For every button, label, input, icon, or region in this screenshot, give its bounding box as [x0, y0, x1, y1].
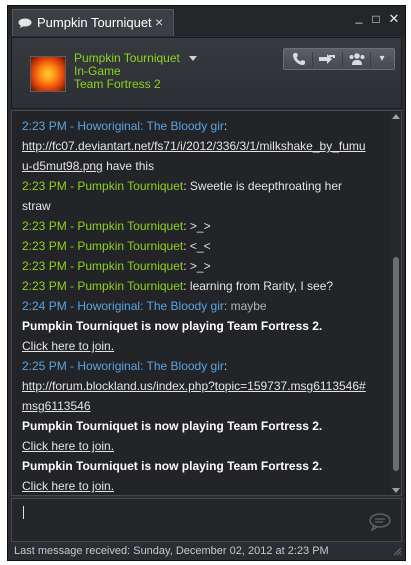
message-time: 2:24 PM	[22, 299, 67, 313]
message-text: learning from Rarity, I see?	[186, 279, 334, 293]
sender-name: Pumpkin Tourniquet	[77, 239, 184, 253]
scroll-up-icon[interactable]	[392, 114, 400, 119]
tab-title: Pumpkin Tourniquet	[37, 15, 152, 30]
invite-icon[interactable]	[314, 51, 340, 67]
chat-line: 2:23 PM - Howoriginal: The Bloody gir:	[22, 119, 228, 133]
chat-line: Pumpkin Tourniquet is now playing Team F…	[22, 316, 377, 336]
message-time: 2:25 PM	[22, 359, 67, 373]
avatar[interactable]	[30, 56, 66, 92]
chat-line: Pumpkin Tourniquet is now playing Team F…	[22, 456, 377, 476]
chat-scrollbar[interactable]	[391, 112, 401, 494]
message-link[interactable]: http://forum.blockland.us/index.php?topi…	[22, 379, 366, 393]
chat-line: Click here to join.	[22, 336, 377, 356]
scroll-down-icon[interactable]	[392, 488, 400, 493]
chat-send-icon[interactable]	[368, 513, 392, 531]
chat-line: 2:23 PM - Pumpkin Tourniquet: learning f…	[22, 279, 334, 293]
chat-bubble-icon	[18, 18, 32, 28]
game-notification: Pumpkin Tourniquet is now playing Team F…	[22, 459, 323, 473]
divider	[312, 52, 313, 67]
sender-name: Pumpkin Tourniquet	[77, 279, 184, 293]
message-input[interactable]	[11, 498, 402, 542]
game-notification: Pumpkin Tourniquet is now playing Team F…	[22, 419, 323, 433]
chat-line: 2:24 PM - Howoriginal: The Bloody gir: m…	[22, 299, 267, 313]
sender-name: Pumpkin Tourniquet	[77, 259, 184, 273]
chat-window: Pumpkin Tourniquet × _ □ ✕ Pumpkin Tourn…	[7, 5, 406, 561]
scrollbar-thumb[interactable]	[393, 257, 399, 471]
divider	[342, 52, 343, 67]
action-button-group: ▾	[283, 48, 395, 70]
message-time: 2:23 PM	[22, 259, 67, 273]
message-text: >_>	[186, 259, 211, 273]
message-time: 2:23 PM	[22, 179, 67, 193]
chat-line: Click here to join.	[22, 436, 377, 456]
chat-line: 2:25 PM - Howoriginal: The Bloody gir:	[22, 359, 228, 373]
minimize-button[interactable]: _	[351, 10, 367, 24]
join-game-link[interactable]: Click here to join.	[22, 479, 114, 493]
message-text: straw	[22, 199, 51, 213]
chat-line: u-d5mut98.png have this	[22, 156, 377, 176]
message-text: maybe	[227, 299, 267, 313]
text-caret	[23, 506, 24, 519]
maximize-button[interactable]: □	[368, 12, 384, 26]
chat-line: msg6113546	[22, 396, 377, 416]
message-text: have this	[102, 159, 155, 173]
chat-line: Pumpkin Tourniquet is now playing Team F…	[22, 416, 377, 436]
chat-tab[interactable]: Pumpkin Tourniquet ×	[12, 9, 174, 36]
chat-line: 2:23 PM - Pumpkin Tourniquet: >_>	[22, 219, 211, 233]
group-icon[interactable]	[344, 51, 370, 67]
message-text: <_<	[186, 239, 211, 253]
title-bar[interactable]: Pumpkin Tourniquet × _ □ ✕	[8, 6, 405, 36]
sender-name: Howoriginal: The Bloody gir	[77, 299, 224, 313]
last-message-status: Last message received: Sunday, December …	[14, 545, 329, 557]
friend-game: Team Fortress 2	[74, 77, 161, 91]
dropdown-chevron-down-icon[interactable]: ▾	[372, 51, 392, 67]
chat-line: Click here to join.	[22, 476, 377, 496]
message-link[interactable]: u-d5mut98.png	[22, 159, 103, 173]
join-game-link[interactable]: Click here to join.	[22, 439, 114, 453]
sender-name: Howoriginal: The Bloody gir	[77, 119, 224, 133]
call-icon[interactable]	[287, 51, 311, 67]
friend-menu-chevron-down-icon[interactable]	[189, 56, 197, 61]
message-link[interactable]: msg6113546	[22, 399, 91, 413]
chat-line: 2:23 PM - Pumpkin Tourniquet: Sweetie is…	[22, 179, 342, 193]
friend-header: Pumpkin Tourniquet In-Game Team Fortress…	[11, 37, 402, 109]
chat-line: straw	[22, 196, 377, 216]
message-time: 2:23 PM	[22, 119, 67, 133]
chat-log[interactable]: 2:23 PM - Howoriginal: The Bloody gir: h…	[11, 110, 402, 496]
chat-line: http://fc07.deviantart.net/fs71/i/2012/3…	[22, 136, 377, 156]
message-time: 2:23 PM	[22, 239, 67, 253]
message-text: >_>	[186, 219, 211, 233]
chat-line: 2:23 PM - Pumpkin Tourniquet: >_>	[22, 259, 211, 273]
sender-name: Pumpkin Tourniquet	[77, 219, 184, 233]
message-link[interactable]: http://fc07.deviantart.net/fs71/i/2012/3…	[22, 139, 366, 153]
chat-line: 2:23 PM - Pumpkin Tourniquet: <_<	[22, 239, 211, 253]
message-time: 2:23 PM	[22, 279, 67, 293]
game-notification: Pumpkin Tourniquet is now playing Team F…	[22, 319, 323, 333]
message-time: 2:23 PM	[22, 219, 67, 233]
sender-name: Pumpkin Tourniquet	[77, 179, 184, 193]
join-game-link[interactable]: Click here to join.	[22, 339, 114, 353]
divider	[370, 52, 371, 67]
resize-grip-icon[interactable]	[392, 546, 402, 556]
tab-close-button[interactable]: ×	[155, 14, 163, 30]
sender-name: Howoriginal: The Bloody gir	[77, 359, 224, 373]
chat-line: http://forum.blockland.us/index.php?topi…	[22, 376, 377, 396]
close-button[interactable]: ✕	[386, 12, 402, 26]
message-text: Sweetie is deepthroating her	[186, 179, 342, 193]
